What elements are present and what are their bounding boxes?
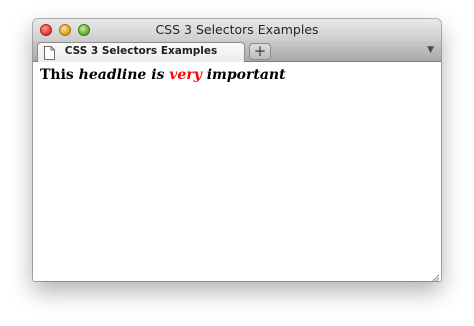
page-content: This headline is very important	[33, 62, 441, 281]
tab-css-3-selectors-examples[interactable]: CSS 3 Selectors Examples	[37, 42, 245, 62]
headline-text-very: very	[169, 67, 202, 83]
browser-window: CSS 3 Selectors Examples CSS 3 Selectors…	[33, 19, 441, 281]
screenshot-stage: CSS 3 Selectors Examples CSS 3 Selectors…	[0, 0, 474, 326]
new-tab-button[interactable]: +	[249, 43, 271, 60]
title-bar[interactable]: CSS 3 Selectors Examples	[33, 19, 441, 41]
headline-text-this: This	[40, 67, 79, 83]
resize-grip-icon[interactable]	[429, 269, 440, 281]
tab-label: CSS 3 Selectors Examples	[64, 45, 218, 57]
headline-text-headline-is: headline is	[78, 67, 170, 83]
page-headline: This headline is very important	[40, 67, 286, 83]
window-title: CSS 3 Selectors Examples	[155, 22, 319, 37]
headline-emphasis: headline is very important	[79, 67, 286, 83]
chevron-down-icon[interactable]: ▼	[427, 45, 434, 55]
headline-text-important: important	[201, 67, 286, 83]
tab-bar: CSS 3 Selectors Examples + ▼	[33, 41, 441, 62]
